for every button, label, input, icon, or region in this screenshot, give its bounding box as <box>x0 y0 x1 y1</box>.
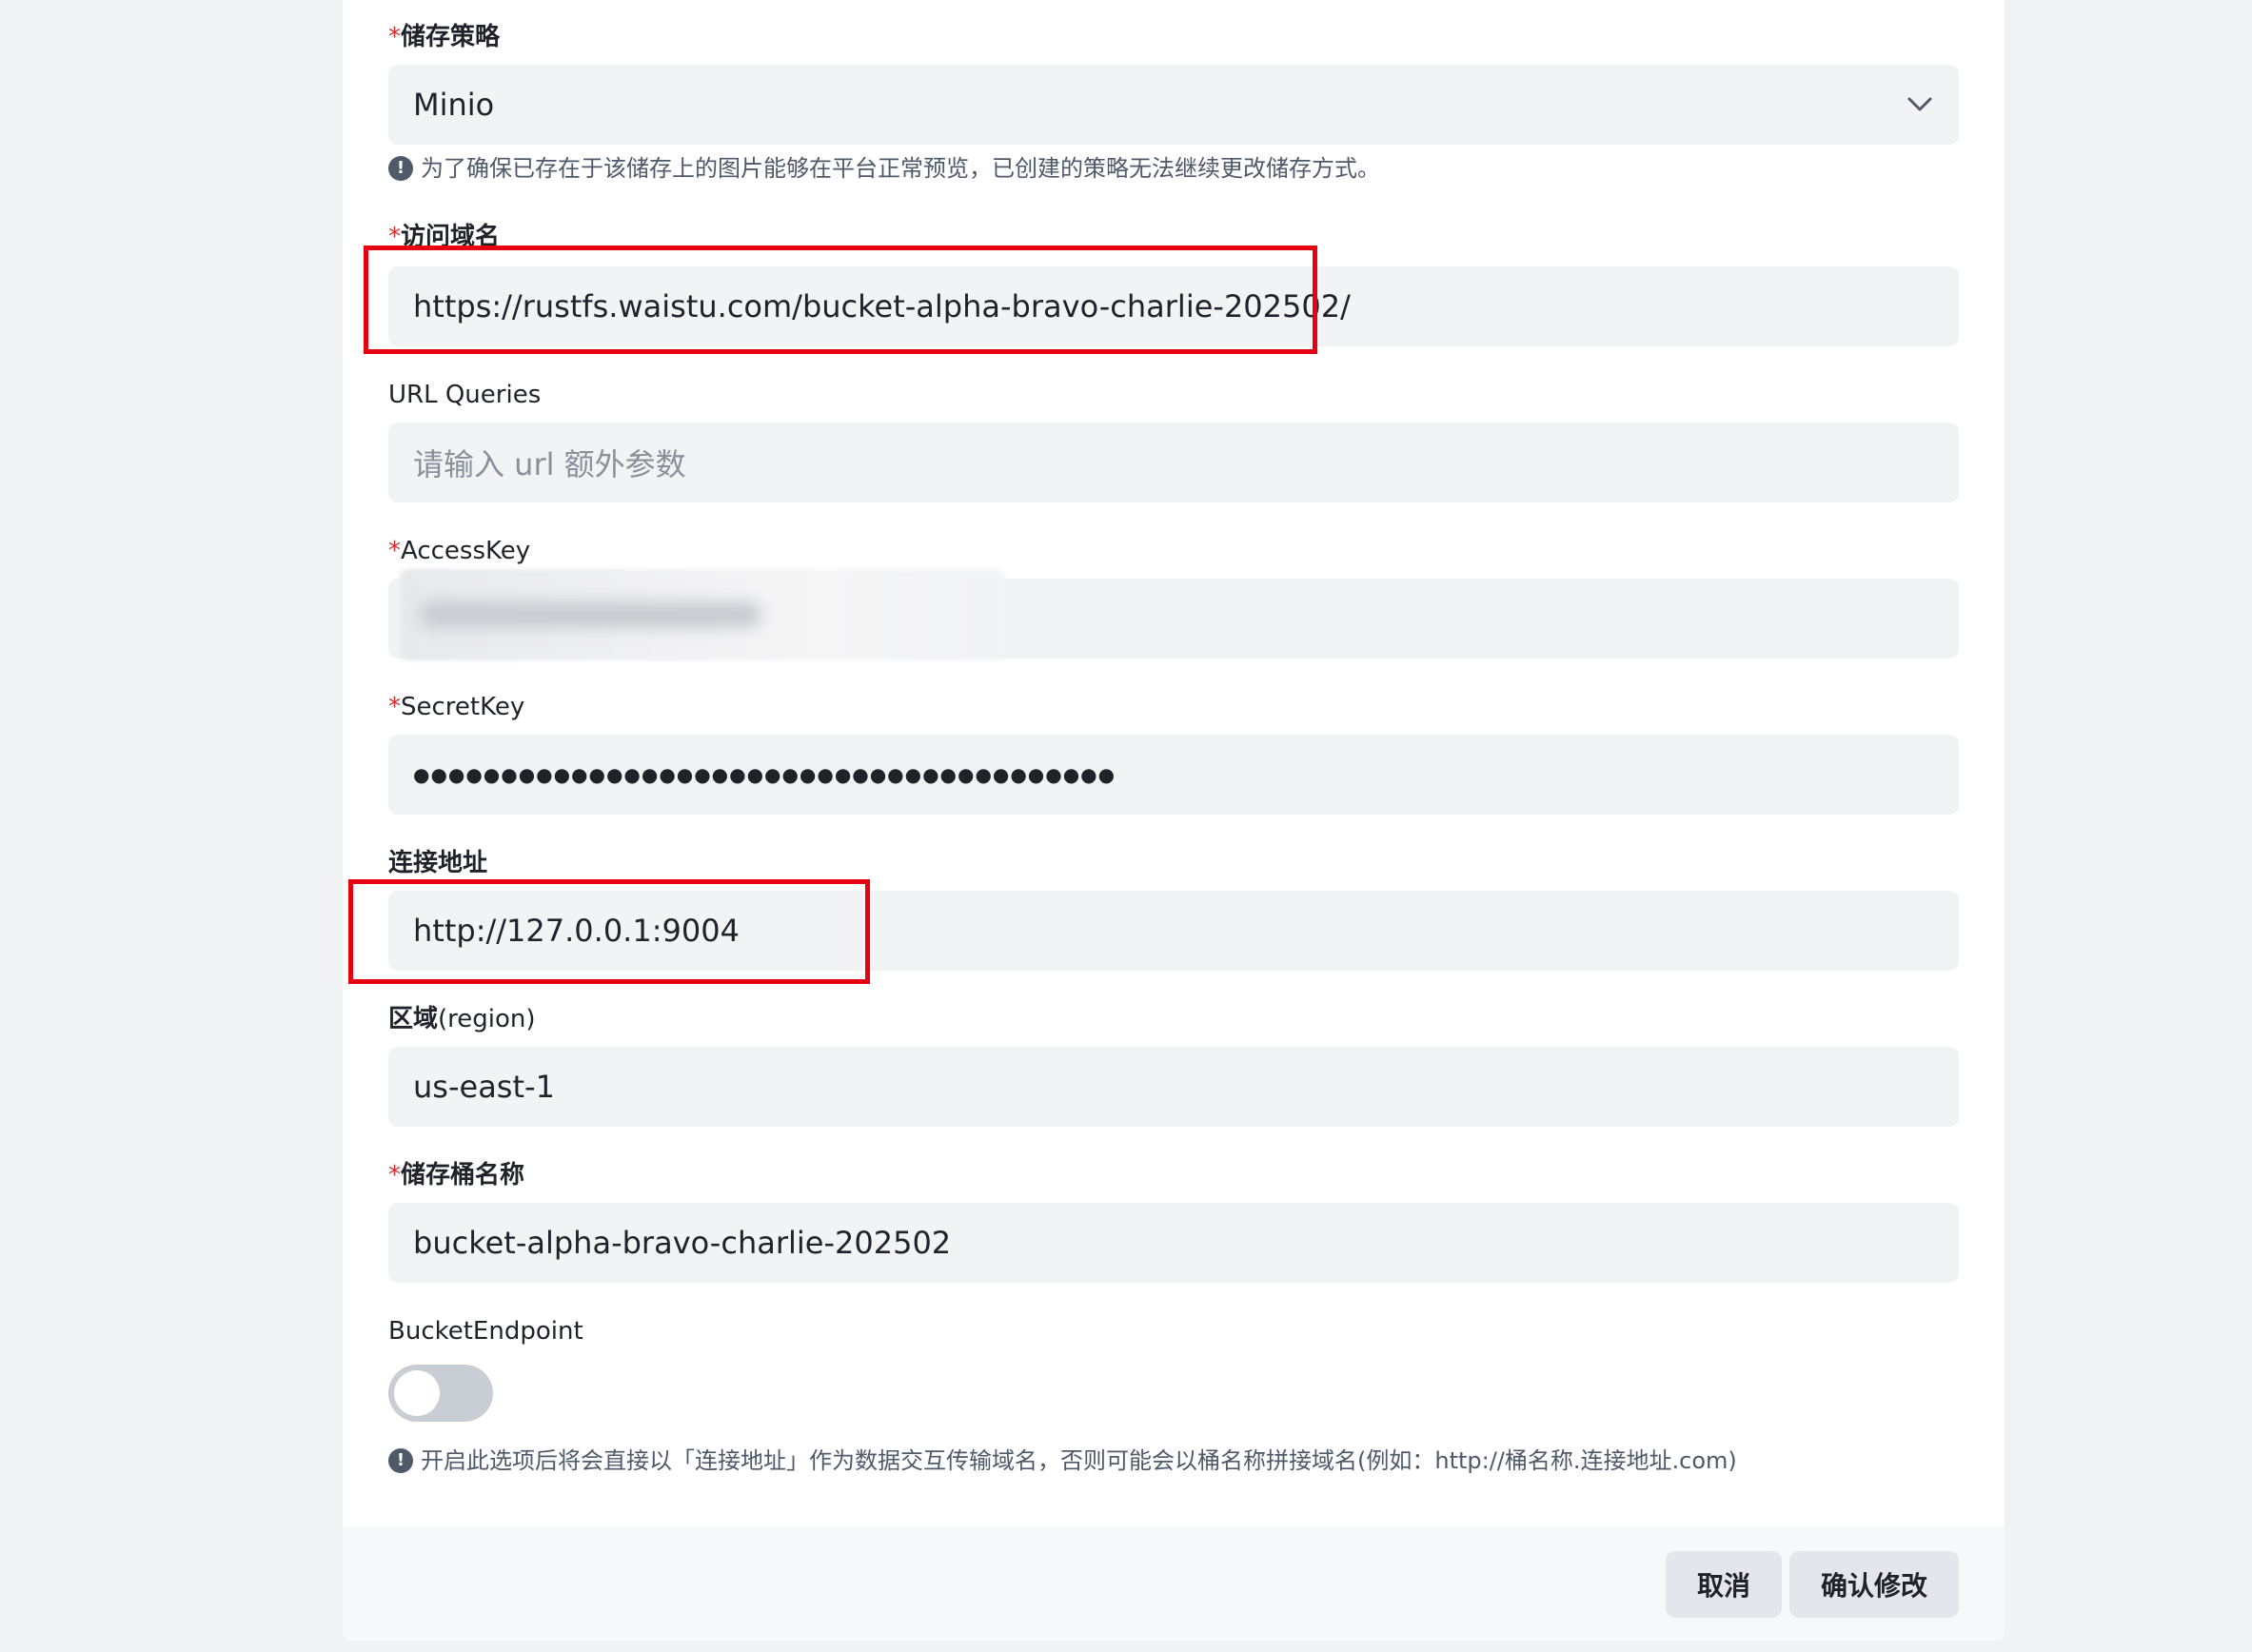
confirm-button[interactable]: 确认修改 <box>1789 1551 1959 1618</box>
redacted-value <box>419 601 761 628</box>
info-icon: ! <box>388 156 413 181</box>
bucket-name-input[interactable]: bucket-alpha-bravo-charlie-202502 <box>388 1203 1959 1283</box>
url-queries-placeholder: 请输入 url 额外参数 <box>413 446 686 482</box>
endpoint-input[interactable]: http://127.0.0.1:9004 <box>388 891 1959 971</box>
required-mark: * <box>388 693 401 721</box>
bucket-endpoint-hint: ! 开启此选项后将会直接以「连接地址」作为数据交互传输域名，否则可能会以桶名称拼接… <box>388 1445 1737 1477</box>
access-domain-label: *访问域名 <box>388 223 501 251</box>
storage-policy-select[interactable]: Minio <box>388 65 1959 145</box>
access-key-label: *AccessKey <box>388 537 531 565</box>
secret-key-value: ●●●●●●●●●●●●●●●●●●●●●●●●●●●●●●●●●●●●●●●● <box>413 763 1116 786</box>
required-mark: * <box>388 1161 401 1190</box>
bucket-endpoint-toggle[interactable] <box>388 1365 493 1422</box>
required-mark: * <box>388 23 401 51</box>
bucket-endpoint-label: BucketEndpoint <box>388 1317 583 1346</box>
url-queries-input[interactable]: 请输入 url 额外参数 <box>388 423 1959 502</box>
info-icon: ! <box>388 1448 413 1473</box>
access-domain-input[interactable]: https://rustfs.waistu.com/bucket-alpha-b… <box>388 266 1959 346</box>
bucket-name-value: bucket-alpha-bravo-charlie-202502 <box>413 1225 952 1261</box>
bucket-name-label: *储存桶名称 <box>388 1161 525 1190</box>
region-input[interactable]: us-east-1 <box>388 1047 1959 1127</box>
secret-key-label: *SecretKey <box>388 693 525 721</box>
form-panel <box>343 0 2005 1641</box>
url-queries-label: URL Queries <box>388 381 542 409</box>
required-mark: * <box>388 537 401 565</box>
region-label: 区域(region) <box>388 1005 536 1033</box>
storage-policy-hint: ! 为了确保已存在于该储存上的图片能够在平台正常预览，已创建的策略无法继续更改储存… <box>388 152 1380 185</box>
toggle-knob <box>394 1370 440 1416</box>
region-value: us-east-1 <box>413 1069 555 1105</box>
access-domain-value: https://rustfs.waistu.com/bucket-alpha-b… <box>413 288 1351 324</box>
storage-policy-value: Minio <box>413 87 495 123</box>
secret-key-input[interactable]: ●●●●●●●●●●●●●●●●●●●●●●●●●●●●●●●●●●●●●●●● <box>388 735 1959 815</box>
endpoint-value: http://127.0.0.1:9004 <box>413 913 740 949</box>
required-mark: * <box>388 223 401 251</box>
endpoint-label: 连接地址 <box>388 849 488 877</box>
storage-policy-label: *储存策略 <box>388 23 501 51</box>
chevron-down-icon <box>1907 91 1934 118</box>
cancel-button[interactable]: 取消 <box>1666 1551 1782 1618</box>
